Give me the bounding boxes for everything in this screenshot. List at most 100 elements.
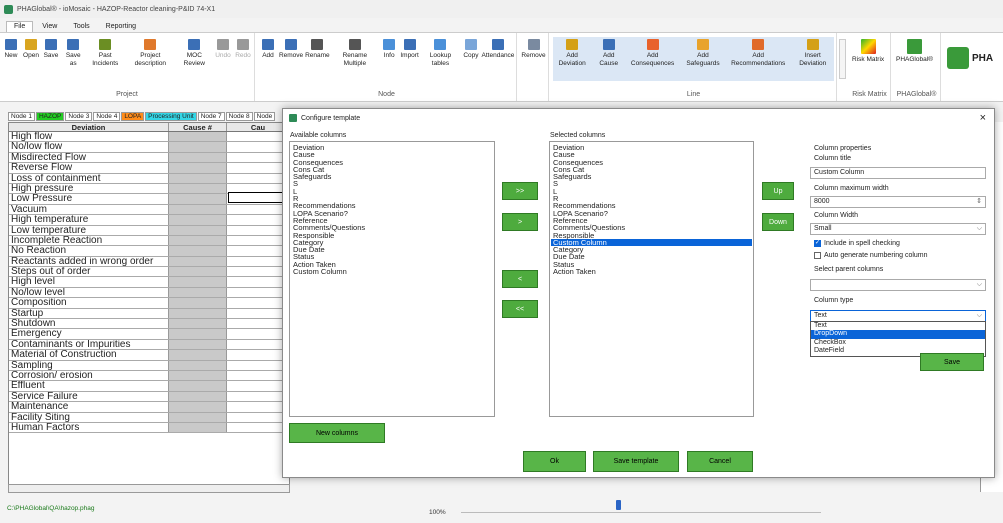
add-safeguards-button[interactable]: Add Safeguards (681, 39, 725, 81)
deviation-cell[interactable]: Maintenance (9, 402, 169, 412)
cause-number-cell[interactable] (169, 391, 227, 402)
deviation-cell[interactable]: High pressure (9, 183, 169, 194)
deviation-cell[interactable]: Facility Siting (9, 412, 169, 422)
past-incidents-button[interactable]: Past Incidents (86, 39, 124, 67)
import-button[interactable]: Import (400, 39, 419, 67)
cause-number-cell[interactable] (169, 256, 227, 267)
cause-number-cell[interactable] (169, 339, 227, 350)
dropdown-option[interactable]: Text (811, 322, 985, 330)
cause-cell[interactable] (227, 309, 289, 318)
cause-number-cell[interactable] (169, 173, 227, 183)
save-template-button[interactable]: Save template (593, 451, 679, 472)
deviation-cell[interactable]: Emergency (9, 329, 169, 339)
sheet-tab[interactable]: Processing Unit (145, 112, 197, 121)
risk-matrix-button[interactable]: Risk Matrix (851, 39, 885, 64)
cause-cell[interactable] (227, 215, 289, 224)
undo-button[interactable]: Undo (214, 39, 232, 67)
cause-cell[interactable] (227, 236, 289, 245)
list-item[interactable]: L (291, 187, 493, 195)
phaglobal-button[interactable]: PHAGlobal® (895, 39, 934, 64)
list-item[interactable]: Deviation (551, 144, 752, 152)
auto-numbering-checkbox[interactable]: Auto generate numbering column (814, 252, 928, 259)
header-deviation[interactable]: Deviation (9, 123, 169, 132)
header-cause[interactable]: Cau (227, 123, 289, 132)
close-icon[interactable]: × (980, 112, 986, 124)
cause-number-cell[interactable] (169, 142, 227, 152)
sheet-tab[interactable]: Node 3 (65, 112, 93, 121)
deviation-cell[interactable]: Vacuum (9, 204, 169, 215)
cause-cell[interactable] (227, 340, 289, 349)
sheet-tab[interactable]: Node 1 (8, 112, 35, 121)
cause-cell[interactable] (227, 423, 289, 432)
move-all-right-button[interactable]: >> (502, 182, 538, 200)
move-up-button[interactable]: Up (762, 182, 794, 200)
info-button[interactable]: Info (380, 39, 398, 67)
deviation-cell[interactable]: Contaminants or Impurities (9, 339, 169, 350)
deviation-cell[interactable]: Low temperature (9, 225, 169, 235)
deviation-cell[interactable]: No/low flow (9, 142, 169, 152)
cause-number-cell[interactable] (169, 422, 227, 433)
cause-cell[interactable] (227, 257, 289, 266)
list-item[interactable]: Due Date (551, 253, 752, 261)
deviation-cell[interactable]: Sampling (9, 360, 169, 370)
rename-multiple-button[interactable]: Rename Multiple (332, 39, 379, 67)
list-item[interactable]: Due Date (291, 246, 493, 254)
deviation-cell[interactable]: Composition (9, 298, 169, 308)
copy-button[interactable]: Copy (462, 39, 480, 67)
column-max-width-field[interactable]: 8000 ⇕ (810, 196, 986, 208)
save-as-button[interactable]: Save as (62, 39, 84, 67)
cause-number-cell[interactable] (169, 204, 227, 215)
cause-cell[interactable] (227, 371, 289, 380)
deviation-cell[interactable]: Shutdown (9, 319, 169, 329)
save-column-button[interactable]: Save (920, 353, 984, 371)
cause-cell[interactable] (227, 298, 289, 307)
add-deviation-button[interactable]: Add Deviation (553, 39, 591, 81)
deviation-cell[interactable]: Reverse Flow (9, 163, 169, 173)
deviation-cell[interactable]: Corrosion/ erosion (9, 370, 169, 381)
move-down-button[interactable]: Down (762, 213, 794, 231)
list-item[interactable]: S (291, 180, 493, 188)
deviation-cell[interactable]: Human Factors (9, 422, 169, 433)
open-button[interactable]: Open (22, 39, 40, 67)
parent-columns-select[interactable]: ⌵ (810, 279, 986, 291)
cause-cell[interactable] (227, 350, 289, 359)
deviation-cell[interactable]: Low Pressure (9, 194, 169, 204)
cause-cell[interactable] (227, 142, 289, 151)
save-button[interactable]: Save (42, 39, 60, 67)
new-button[interactable]: New (2, 39, 20, 67)
menu-tools[interactable]: Tools (66, 22, 96, 32)
deviation-cell[interactable]: Loss of containment (9, 173, 169, 183)
column-title-input[interactable]: Custom Column (810, 167, 986, 179)
attendance-button[interactable]: Attendance (482, 39, 514, 67)
ok-button[interactable]: Ok (523, 451, 586, 472)
cause-number-cell[interactable] (169, 350, 227, 360)
cause-number-cell[interactable] (169, 152, 227, 163)
spell-check-checkbox[interactable]: Include in spell checking (814, 239, 900, 247)
cause-cell[interactable] (227, 153, 289, 162)
sheet-tab[interactable]: Node 8 (225, 112, 253, 121)
cause-cell[interactable] (227, 246, 289, 255)
cause-number-cell[interactable] (169, 370, 227, 381)
dropdown-option[interactable]: DropDown (811, 330, 985, 339)
add-button[interactable]: Add (259, 39, 277, 67)
project-description-button[interactable]: Project description (126, 39, 175, 67)
cause-number-cell[interactable] (169, 246, 227, 256)
insert-deviation-button[interactable]: Insert Deviation (791, 39, 834, 81)
cause-cell[interactable] (227, 163, 289, 172)
cause-number-cell[interactable] (169, 215, 227, 225)
deviation-cell[interactable]: Steps out of order (9, 267, 169, 277)
menu-file[interactable]: File (6, 21, 34, 32)
cause-cell[interactable] (227, 381, 289, 390)
rename-button[interactable]: Rename (305, 39, 330, 67)
column-type-dropdown-list[interactable]: Text DropDown CheckBox DateField (810, 321, 986, 357)
menu-reporting[interactable]: Reporting (99, 22, 143, 32)
sheet-tab[interactable]: Node (253, 112, 276, 121)
deviation-cell[interactable]: High flow (9, 132, 169, 142)
cause-cell[interactable] (227, 226, 289, 235)
column-width-select[interactable]: Small ⌵ (810, 223, 986, 235)
cause-number-cell[interactable] (169, 277, 227, 287)
deviation-cell[interactable]: Startup (9, 308, 169, 319)
add-consequences-button[interactable]: Add Consequences (626, 39, 679, 81)
deviation-cell[interactable]: High temperature (9, 215, 169, 225)
moc-review-button[interactable]: MOC Review (177, 39, 212, 67)
